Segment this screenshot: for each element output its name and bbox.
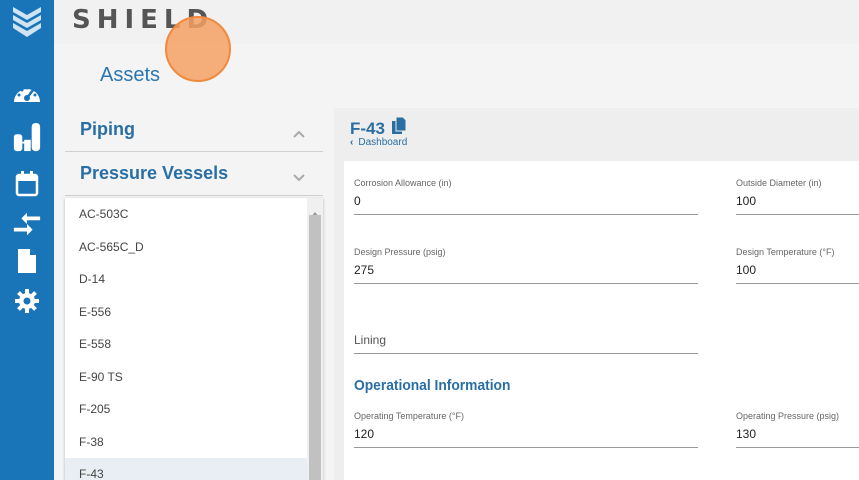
back-to-dashboard-link[interactable]: ‹ Dashboard — [350, 137, 407, 148]
field-value[interactable]: 120 — [354, 427, 698, 448]
click-indicator — [165, 16, 231, 82]
gauge-icon[interactable] — [12, 79, 42, 109]
back-link-label: Dashboard — [358, 137, 408, 148]
operating-temperature-field[interactable]: Operating Temperature (°F) 120 — [354, 411, 698, 448]
field-label: Design Temperature (°F) — [736, 247, 835, 257]
sidebar-nav — [0, 44, 54, 480]
list-item[interactable]: AC-503C — [65, 198, 307, 231]
category-piping[interactable]: Piping — [65, 108, 323, 152]
section-title-operational: Operational Information — [354, 377, 511, 394]
field-label: Operating Pressure (psig) — [736, 411, 840, 421]
design-temperature-field[interactable]: Design Temperature (°F) 100 — [736, 247, 859, 284]
category-label: Piping — [80, 119, 135, 139]
chevron-down-icon[interactable] — [293, 166, 305, 187]
list-item[interactable]: F-38 — [65, 426, 307, 459]
list-item[interactable]: F-205 — [65, 393, 307, 426]
gear-icon[interactable] — [12, 286, 42, 316]
asset-detail-panel: F-43 ‹ Dashboard Corrosion Allowance (in… — [334, 108, 859, 480]
page-title: Assets — [100, 64, 161, 86]
field-value[interactable]: 130 — [736, 427, 859, 448]
operating-pressure-field[interactable]: Operating Pressure (psig) 130 — [736, 411, 859, 448]
lining-placeholder[interactable]: Lining — [354, 333, 698, 354]
scroll-thumb[interactable] — [309, 215, 321, 480]
list-scrollbar[interactable] — [307, 198, 323, 480]
chevron-up-icon[interactable] — [293, 122, 305, 143]
field-label: Operating Temperature (°F) — [354, 411, 464, 421]
corrosion-allowance-field[interactable]: Corrosion Allowance (in) 0 — [354, 178, 698, 215]
list-item[interactable]: D-14 — [65, 263, 307, 296]
arrows-merge-icon[interactable] — [12, 209, 42, 239]
asset-list: AC-503C AC-565C_D D-14 E-556 E-558 E-90 … — [65, 198, 323, 480]
field-value[interactable]: 0 — [354, 194, 698, 215]
asset-title: F-43 — [350, 118, 385, 138]
chevron-left-icon: ‹ — [350, 137, 354, 148]
calendar-icon[interactable] — [12, 169, 42, 199]
asset-properties-card: Corrosion Allowance (in) 0 Outside Diame… — [344, 161, 859, 480]
field-value[interactable]: 100 — [736, 194, 859, 215]
list-item-selected[interactable]: F-43 — [65, 458, 307, 480]
asset-category-panel: Piping Pressure Vessels AC-503C AC-565C_… — [65, 108, 323, 480]
lining-field[interactable]: Lining — [354, 333, 698, 354]
field-label: Corrosion Allowance (in) — [354, 178, 452, 188]
list-item[interactable]: E-556 — [65, 296, 307, 329]
field-value[interactable]: 275 — [354, 263, 698, 284]
list-item[interactable]: AC-565C_D — [65, 231, 307, 264]
shield-logo-icon[interactable] — [0, 0, 54, 44]
list-item[interactable]: E-90 TS — [65, 361, 307, 394]
field-label: Outside Diameter (in) — [736, 178, 822, 188]
field-value[interactable]: 100 — [736, 263, 859, 284]
list-item[interactable]: E-558 — [65, 328, 307, 361]
outside-diameter-field[interactable]: Outside Diameter (in) 100 — [736, 178, 859, 215]
design-pressure-field[interactable]: Design Pressure (psig) 275 — [354, 247, 698, 284]
top-bar: SHIELD — [0, 0, 859, 44]
tanks-icon[interactable] — [12, 122, 42, 152]
document-icon[interactable] — [12, 246, 42, 276]
category-pressure-vessels[interactable]: Pressure Vessels — [65, 152, 323, 196]
category-label: Pressure Vessels — [80, 163, 229, 183]
field-label: Design Pressure (psig) — [354, 247, 446, 257]
